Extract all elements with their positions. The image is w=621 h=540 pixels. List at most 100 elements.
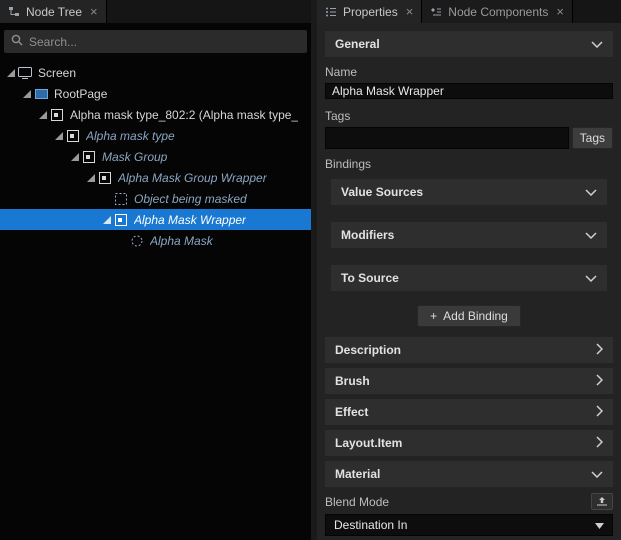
section-value-sources[interactable]: Value Sources <box>331 179 607 205</box>
section-title: Description <box>335 343 401 357</box>
arrow-up-icon <box>596 496 608 507</box>
chevron-right-icon <box>596 405 603 420</box>
section-description[interactable]: Description <box>325 337 613 363</box>
chevron-down-icon <box>585 185 597 199</box>
chevron-down-icon <box>595 518 604 532</box>
expander-icon[interactable] <box>36 111 49 119</box>
tab-properties[interactable]: Properties × <box>317 0 422 23</box>
tree-row-alpha-mask-type[interactable]: Alpha mask type <box>0 125 311 146</box>
chevron-right-icon <box>596 374 603 389</box>
tree-row-alpha-mask-wrapper[interactable]: Alpha Mask Wrapper <box>0 209 311 230</box>
expander-icon[interactable] <box>68 153 81 161</box>
node-components-icon <box>430 6 442 18</box>
section-brush[interactable]: Brush <box>325 368 613 394</box>
section-material[interactable]: Material <box>325 461 613 487</box>
tree-label: Mask Group <box>102 150 167 164</box>
tree-label: Object being masked <box>134 192 247 206</box>
add-binding-row: + Add Binding <box>325 305 613 327</box>
tree-row-screen[interactable]: Screen <box>0 62 311 83</box>
tree-row-alpha-mask[interactable]: Alpha Mask <box>0 230 311 251</box>
node-tree-tabbar: Node Tree × <box>0 0 311 23</box>
section-title: Brush <box>335 374 370 388</box>
section-title: Layout.Item <box>335 436 402 450</box>
node-2d-icon <box>81 151 97 163</box>
plus-icon: + <box>430 309 437 323</box>
add-binding-label: Add Binding <box>443 309 508 323</box>
screen-icon <box>17 67 33 79</box>
section-title: Value Sources <box>341 185 423 199</box>
chevron-right-icon <box>596 343 603 358</box>
expander-icon[interactable] <box>100 216 113 224</box>
section-modifiers[interactable]: Modifiers <box>331 222 607 248</box>
tab-label: Node Tree <box>26 5 82 19</box>
search-input[interactable] <box>29 35 300 49</box>
tree-label: RootPage <box>54 87 107 101</box>
chevron-down-icon <box>591 37 603 51</box>
tree-row-rootpage[interactable]: RootPage <box>0 83 311 104</box>
properties-tabbar: Properties × Node Components × <box>317 0 621 23</box>
section-title: Effect <box>335 405 368 419</box>
tags-button[interactable]: Tags <box>572 127 613 149</box>
search-row <box>0 23 311 58</box>
expander-icon[interactable] <box>52 132 65 140</box>
chevron-down-icon <box>591 467 603 481</box>
dropdown-value: Destination In <box>334 518 407 532</box>
section-title: General <box>335 37 380 51</box>
tree-row-alpha-mask-type-802[interactable]: Alpha mask type_802:2 (Alpha mask type_ <box>0 104 311 125</box>
tab-label: Node Components <box>448 5 548 19</box>
close-icon[interactable]: × <box>90 5 98 18</box>
blend-mode-dropdown[interactable]: Destination In <box>325 514 613 536</box>
close-icon[interactable]: × <box>556 5 564 18</box>
properties-icon <box>325 6 337 18</box>
expander-icon[interactable] <box>84 174 97 182</box>
bindings-label: Bindings <box>325 157 613 171</box>
node-tree-panel: Node Tree × Screen RootPage <box>0 0 311 540</box>
tree-row-mask-group[interactable]: Mask Group <box>0 146 311 167</box>
expander-icon[interactable] <box>4 69 17 77</box>
tree-label: Alpha Mask <box>150 234 213 248</box>
tab-node-components[interactable]: Node Components × <box>422 0 573 23</box>
name-label: Name <box>325 65 613 79</box>
section-title: Modifiers <box>341 228 394 242</box>
section-to-source[interactable]: To Source <box>331 265 607 291</box>
properties-content: General Name Tags Tags Bindings Value So… <box>317 23 621 540</box>
expander-icon[interactable] <box>20 90 33 98</box>
tree-label: Alpha mask type <box>86 129 175 143</box>
chevron-down-icon <box>585 271 597 285</box>
page-icon <box>33 88 49 100</box>
blend-mode-row: Blend Mode <box>325 493 613 510</box>
tags-row: Tags <box>325 127 613 149</box>
tree-row-object-being-masked[interactable]: Object being masked <box>0 188 311 209</box>
chevron-down-icon <box>585 228 597 242</box>
close-icon[interactable]: × <box>406 5 414 18</box>
node-tree-icon <box>8 6 20 18</box>
section-effect[interactable]: Effect <box>325 399 613 425</box>
node-2d-icon <box>97 172 113 184</box>
tree-label: Alpha Mask Group Wrapper <box>118 171 267 185</box>
node-2d-icon <box>65 130 81 142</box>
tags-input[interactable] <box>325 127 569 149</box>
tree-row-alpha-mask-group-wrapper[interactable]: Alpha Mask Group Wrapper <box>0 167 311 188</box>
section-layout-item[interactable]: Layout.Item <box>325 430 613 456</box>
alpha-mask-icon <box>129 235 145 247</box>
tab-label: Properties <box>343 5 398 19</box>
name-input[interactable] <box>325 83 613 99</box>
search-icon <box>11 34 23 49</box>
add-binding-button[interactable]: + Add Binding <box>417 305 521 327</box>
tab-node-tree[interactable]: Node Tree × <box>0 0 107 23</box>
push-to-default-button[interactable] <box>591 493 613 510</box>
blend-mode-label: Blend Mode <box>325 495 389 509</box>
tree-label: Alpha Mask Wrapper <box>134 213 246 227</box>
node-2d-icon <box>113 214 129 226</box>
section-general[interactable]: General <box>325 31 613 57</box>
section-title: Material <box>335 467 380 481</box>
tree-label: Alpha mask type_802:2 (Alpha mask type_ <box>70 108 298 122</box>
section-title: To Source <box>341 271 399 285</box>
chevron-right-icon <box>596 436 603 451</box>
properties-panel: Properties × Node Components × General N… <box>317 0 621 540</box>
node-tree: Screen RootPage Alpha mask type_802:2 (A… <box>0 58 311 540</box>
search-box[interactable] <box>4 30 307 53</box>
tree-label: Screen <box>38 66 76 80</box>
tags-label: Tags <box>325 109 613 123</box>
node-2d-icon <box>49 109 65 121</box>
